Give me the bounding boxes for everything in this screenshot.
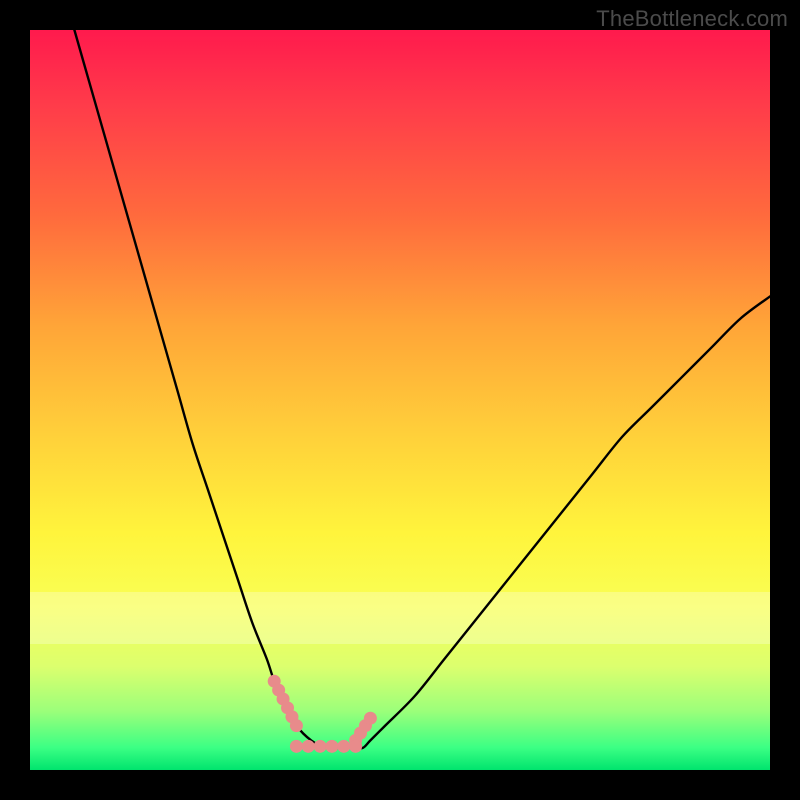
- chart-frame: TheBottleneck.com: [0, 0, 800, 800]
- chart-svg: [30, 30, 770, 770]
- annotation-dot: [325, 740, 338, 753]
- plot-area: [30, 30, 770, 770]
- annotation-dot: [349, 740, 362, 753]
- annotation-dot: [337, 740, 350, 753]
- dotted-annotations: [268, 675, 377, 753]
- watermark-text: TheBottleneck.com: [596, 6, 788, 32]
- annotation-dot: [290, 719, 303, 732]
- annotation-dot: [302, 740, 315, 753]
- annotation-dot: [290, 740, 303, 753]
- annotation-dot: [314, 740, 327, 753]
- annotation-dot: [364, 712, 377, 725]
- bottleneck-curve: [74, 30, 770, 748]
